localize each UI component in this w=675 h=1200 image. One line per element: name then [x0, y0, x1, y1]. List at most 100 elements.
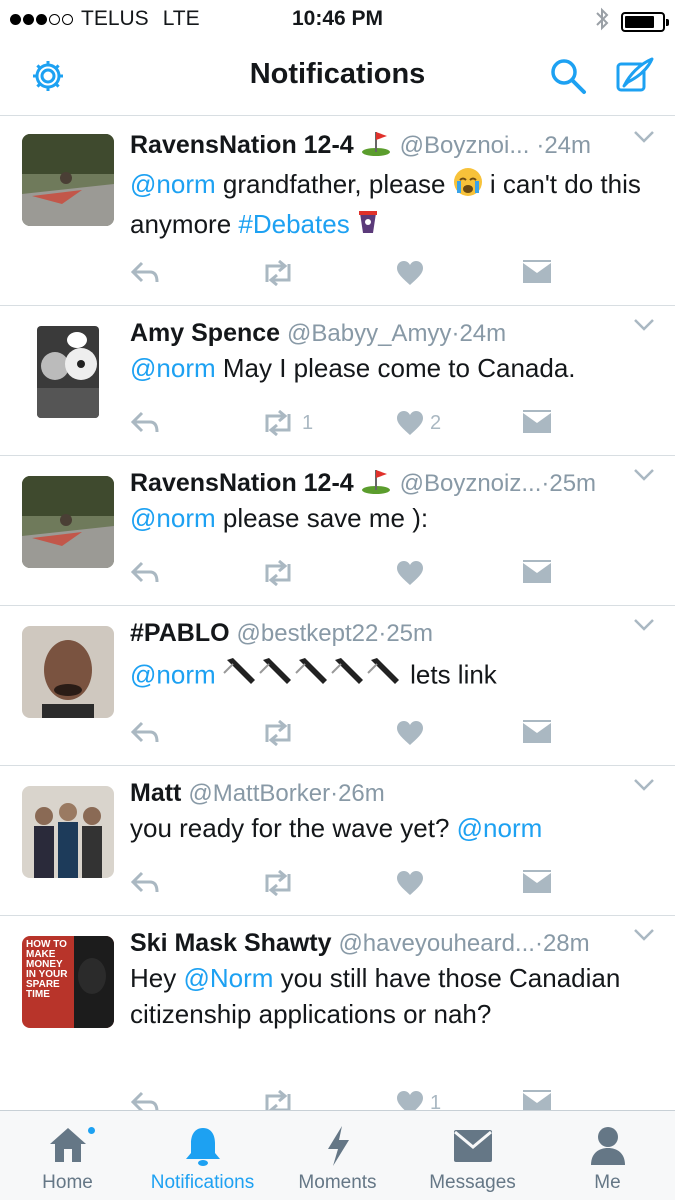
tab-label: Moments [298, 1172, 377, 1193]
bluetooth-icon [595, 7, 609, 37]
reply-icon[interactable] [130, 1090, 160, 1110]
heart-icon[interactable]: 2 [396, 410, 441, 436]
direct-message-icon[interactable] [522, 720, 552, 746]
notifications-feed[interactable]: RavensNation 12-4 @Boyznoi... ·24m @norm… [0, 116, 675, 1110]
avatar[interactable] [22, 626, 114, 718]
avatar[interactable] [37, 326, 99, 418]
nav-bar: Notifications [0, 36, 675, 116]
handle[interactable]: @Babyy_Amyy [287, 320, 451, 347]
mention-link[interactable]: @norm [130, 169, 216, 199]
golf-flag-icon [361, 466, 393, 500]
direct-message-icon[interactable] [522, 260, 552, 286]
retweet-icon[interactable] [260, 1090, 296, 1110]
display-name[interactable]: Ski Mask Shawty [130, 929, 331, 957]
tab-label: Home [42, 1172, 93, 1193]
direct-message-icon[interactable] [522, 1090, 552, 1110]
heart-icon[interactable] [396, 560, 424, 586]
tab-bar: Home Notifications Moments Messages Me [0, 1110, 675, 1200]
retweet-icon[interactable] [260, 720, 296, 746]
tweet-header: RavensNation 12-4 @Boyznoiz...·25m [130, 466, 655, 500]
status-bar: TELUS LTE 10:46 PM [0, 0, 675, 36]
chevron-down-icon[interactable] [633, 928, 655, 947]
hashtag-link[interactable]: #Debates [238, 209, 349, 239]
reply-icon[interactable] [130, 720, 160, 744]
tweet-actions [130, 720, 570, 750]
avatar[interactable] [22, 786, 114, 878]
tweet-actions [130, 870, 570, 900]
chevron-down-icon[interactable] [633, 778, 655, 797]
reply-icon[interactable] [130, 560, 160, 584]
reply-icon[interactable] [130, 870, 160, 894]
chevron-down-icon[interactable] [633, 318, 655, 337]
handle[interactable]: @Boyznoi... [400, 132, 530, 159]
tweet-item[interactable]: #PABLO @bestkept22·25m @norm lets link [0, 606, 675, 766]
tweet-item[interactable]: Amy Spence @Babyy_Amyy·24m @norm May I p… [0, 306, 675, 456]
heart-icon[interactable]: 1 [396, 1090, 441, 1110]
tab-notifications[interactable]: Notifications [135, 1111, 270, 1200]
tweet-body: Amy Spence @Babyy_Amyy·24m @norm May I p… [130, 316, 655, 386]
retweet-icon[interactable] [260, 560, 296, 586]
reply-icon[interactable] [130, 260, 160, 284]
compose-icon[interactable] [612, 54, 656, 98]
heart-icon[interactable] [396, 260, 430, 286]
heart-icon[interactable] [396, 720, 424, 746]
chevron-down-icon[interactable] [633, 468, 655, 487]
mention-link[interactable]: @norm [130, 503, 216, 533]
display-name[interactable]: #PABLO [130, 619, 230, 647]
handle[interactable]: @Boyznoiz... [400, 470, 542, 497]
tab-me[interactable]: Me [540, 1111, 675, 1200]
timestamp: 25m [549, 470, 597, 498]
chevron-down-icon[interactable] [633, 618, 655, 637]
tweet-header: Amy Spence @Babyy_Amyy·24m [130, 319, 507, 347]
retweet-icon[interactable] [260, 260, 302, 286]
timestamp: 24m [459, 320, 507, 347]
direct-message-icon[interactable] [522, 410, 552, 436]
tweet-header: #PABLO @bestkept22·25m [130, 619, 433, 647]
tweet-actions: 1 2 [130, 410, 570, 440]
handle[interactable]: @haveyouheard... [338, 930, 535, 957]
tab-label: Notifications [150, 1172, 255, 1193]
tweet-item[interactable]: Matt @MattBorker·26m you ready for the w… [0, 766, 675, 916]
home-icon [0, 1125, 135, 1169]
handle[interactable]: @MattBorker [188, 780, 330, 807]
direct-message-icon[interactable] [522, 560, 552, 586]
tab-moments[interactable]: Moments [270, 1111, 405, 1200]
tweet-body: RavensNation 12-4 @Boyznoi... ·24m @norm… [130, 128, 655, 244]
display-name[interactable]: Amy Spence [130, 319, 280, 347]
tweet-item[interactable]: HOW TO MAKE MONEY IN YOUR SPARE TIME Ski… [0, 916, 675, 1110]
tweet-text: @norm lets link [130, 656, 655, 697]
tweet-item[interactable]: RavensNation 12-4 @Boyznoiz...·25m @norm… [0, 456, 675, 606]
tweet-text: @norm please save me ): [130, 503, 429, 533]
reply-icon[interactable] [130, 410, 160, 434]
display-name[interactable]: RavensNation 12-4 [130, 469, 354, 497]
heart-icon[interactable] [396, 870, 424, 896]
mention-link[interactable]: @norm [457, 813, 543, 843]
avatar[interactable] [22, 134, 114, 226]
timestamp: 24m [544, 132, 591, 160]
tab-label: Messages [429, 1172, 516, 1193]
tweet-header: Matt @MattBorker·26m [130, 779, 385, 807]
avatar[interactable] [22, 476, 114, 568]
mention-link[interactable]: @Norm [183, 963, 273, 993]
mention-link[interactable]: @norm [130, 353, 216, 383]
like-count: 1 [430, 1091, 442, 1111]
retweet-count: 1 [302, 411, 314, 434]
status-time: 10:46 PM [291, 7, 384, 30]
tweet-item[interactable]: RavensNation 12-4 @Boyznoi... ·24m @norm… [0, 116, 675, 306]
chevron-down-icon[interactable] [633, 130, 655, 149]
search-icon[interactable] [546, 54, 590, 98]
retweet-icon[interactable] [260, 870, 296, 896]
direct-message-icon[interactable] [522, 870, 552, 896]
tweet-header: RavensNation 12-4 @Boyznoi... ·24m [130, 128, 655, 162]
tweet-actions [130, 560, 570, 590]
display-name[interactable]: RavensNation 12-4 [130, 131, 354, 159]
display-name[interactable]: Matt [130, 779, 181, 807]
tab-home[interactable]: Home [0, 1111, 135, 1200]
retweet-icon[interactable]: 1 [260, 410, 313, 436]
mention-link[interactable]: @norm [130, 659, 216, 689]
tab-messages[interactable]: Messages [405, 1111, 540, 1200]
handle[interactable]: @bestkept22 [237, 620, 379, 647]
tweet-body: Matt @MattBorker·26m you ready for the w… [130, 776, 655, 846]
tweet-text: @norm May I please come to Canada. [130, 353, 576, 383]
avatar[interactable]: HOW TO MAKE MONEY IN YOUR SPARE TIME [22, 936, 114, 1028]
